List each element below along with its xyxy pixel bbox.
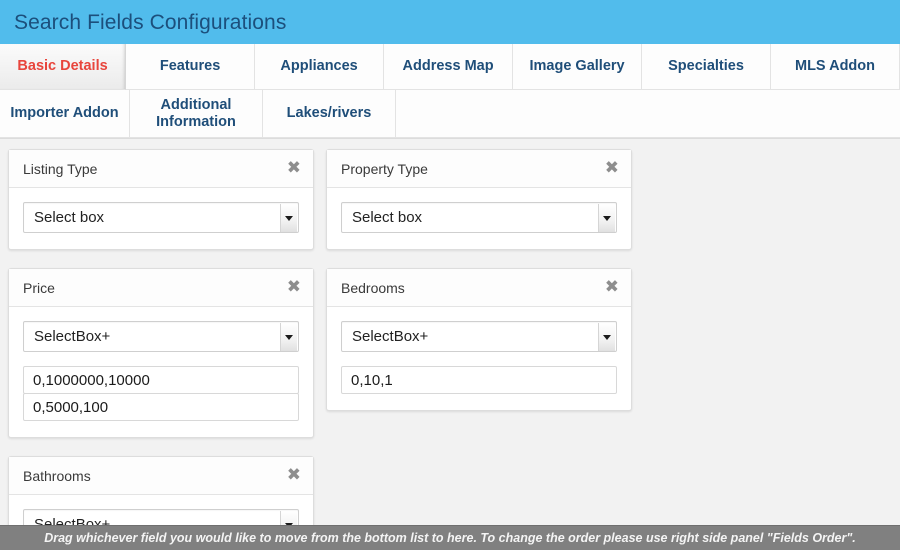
tab-row-secondary: Importer Addon Additional Information La… bbox=[0, 90, 900, 138]
close-icon[interactable]: ✖ bbox=[605, 160, 619, 177]
tab-label: MLS Addon bbox=[795, 58, 875, 75]
tab-label: Appliances bbox=[280, 58, 357, 75]
page-header: Search Fields Configurations bbox=[0, 0, 900, 44]
field-card-title: Bedrooms bbox=[341, 281, 405, 295]
chevron-down-icon bbox=[598, 323, 615, 352]
tab-label: Additional Information bbox=[136, 97, 256, 130]
field-card-body: SelectBox+ bbox=[9, 307, 313, 437]
bedrooms-range-input-1[interactable] bbox=[341, 366, 617, 394]
field-card-body: SelectBox+ bbox=[327, 307, 631, 410]
field-card-title: Property Type bbox=[341, 162, 428, 176]
drag-hint-text: Drag whichever field you would like to m… bbox=[44, 532, 856, 545]
control-type-select[interactable]: SelectBox+ bbox=[23, 321, 299, 352]
field-card-body: Select box bbox=[9, 188, 313, 249]
field-card-header: Price ✖ bbox=[9, 269, 313, 307]
field-card-header: Bedrooms ✖ bbox=[327, 269, 631, 307]
chevron-down-icon bbox=[598, 204, 615, 233]
price-range-input-2[interactable] bbox=[23, 393, 299, 421]
chevron-down-icon bbox=[280, 323, 297, 352]
tab-specialties[interactable]: Specialties bbox=[642, 44, 771, 90]
close-icon[interactable]: ✖ bbox=[287, 279, 301, 296]
tab-lakes-rivers[interactable]: Lakes/rivers bbox=[263, 90, 396, 138]
tab-basic-details[interactable]: Basic Details bbox=[0, 44, 126, 90]
control-type-value: Select box bbox=[34, 209, 104, 226]
field-card-title: Bathrooms bbox=[23, 469, 91, 483]
tab-bar: Basic Details Features Appliances Addres… bbox=[0, 44, 900, 139]
control-type-value: SelectBox+ bbox=[34, 328, 110, 345]
fields-columns: Listing Type ✖ Select box Price ✖ bbox=[8, 149, 900, 550]
field-card-header: Property Type ✖ bbox=[327, 150, 631, 188]
tab-label: Image Gallery bbox=[529, 58, 624, 75]
field-card-title: Listing Type bbox=[23, 162, 97, 176]
fields-column-left: Listing Type ✖ Select box Price ✖ bbox=[8, 149, 314, 550]
tab-importer-addon[interactable]: Importer Addon bbox=[0, 90, 130, 138]
tab-label: Importer Addon bbox=[10, 105, 118, 122]
field-card-header: Bathrooms ✖ bbox=[9, 457, 313, 495]
tab-address-map[interactable]: Address Map bbox=[384, 44, 513, 90]
fields-column-right: Property Type ✖ Select box Bedrooms ✖ bbox=[326, 149, 632, 429]
tab-label: Specialties bbox=[668, 58, 744, 75]
field-card-bedrooms[interactable]: Bedrooms ✖ SelectBox+ bbox=[326, 268, 632, 411]
field-card-body: Select box bbox=[327, 188, 631, 249]
close-icon[interactable]: ✖ bbox=[287, 467, 301, 484]
tab-features[interactable]: Features bbox=[126, 44, 255, 90]
control-type-select[interactable]: Select box bbox=[341, 202, 617, 233]
field-card-property-type[interactable]: Property Type ✖ Select box bbox=[326, 149, 632, 250]
tab-label: Features bbox=[160, 58, 220, 75]
tab-mls-addon[interactable]: MLS Addon bbox=[771, 44, 900, 90]
chevron-down-icon bbox=[280, 204, 297, 233]
close-icon[interactable]: ✖ bbox=[287, 160, 301, 177]
drag-hint-bar: Drag whichever field you would like to m… bbox=[0, 525, 900, 550]
control-type-value: Select box bbox=[352, 209, 422, 226]
tab-appliances[interactable]: Appliances bbox=[255, 44, 384, 90]
field-card-price[interactable]: Price ✖ SelectBox+ bbox=[8, 268, 314, 438]
tab-label: Address Map bbox=[403, 58, 494, 75]
range-inputs-group bbox=[23, 366, 299, 421]
search-fields-configurations-page: Search Fields Configurations Basic Detai… bbox=[0, 0, 900, 550]
control-type-select[interactable]: SelectBox+ bbox=[341, 321, 617, 352]
tab-label: Lakes/rivers bbox=[287, 105, 372, 122]
fields-drop-area[interactable]: Listing Type ✖ Select box Price ✖ bbox=[0, 139, 900, 547]
tab-image-gallery[interactable]: Image Gallery bbox=[513, 44, 642, 90]
tab-row-filler bbox=[396, 90, 900, 138]
field-card-header: Listing Type ✖ bbox=[9, 150, 313, 188]
page-title: Search Fields Configurations bbox=[14, 12, 286, 33]
tab-additional-information[interactable]: Additional Information bbox=[130, 90, 263, 138]
price-range-input-1[interactable] bbox=[23, 366, 299, 394]
range-inputs-group bbox=[341, 366, 617, 394]
field-card-listing-type[interactable]: Listing Type ✖ Select box bbox=[8, 149, 314, 250]
tab-row-primary: Basic Details Features Appliances Addres… bbox=[0, 44, 900, 90]
control-type-select[interactable]: Select box bbox=[23, 202, 299, 233]
close-icon[interactable]: ✖ bbox=[605, 279, 619, 296]
tab-label: Basic Details bbox=[17, 58, 107, 75]
control-type-value: SelectBox+ bbox=[352, 328, 428, 345]
field-card-title: Price bbox=[23, 281, 55, 295]
